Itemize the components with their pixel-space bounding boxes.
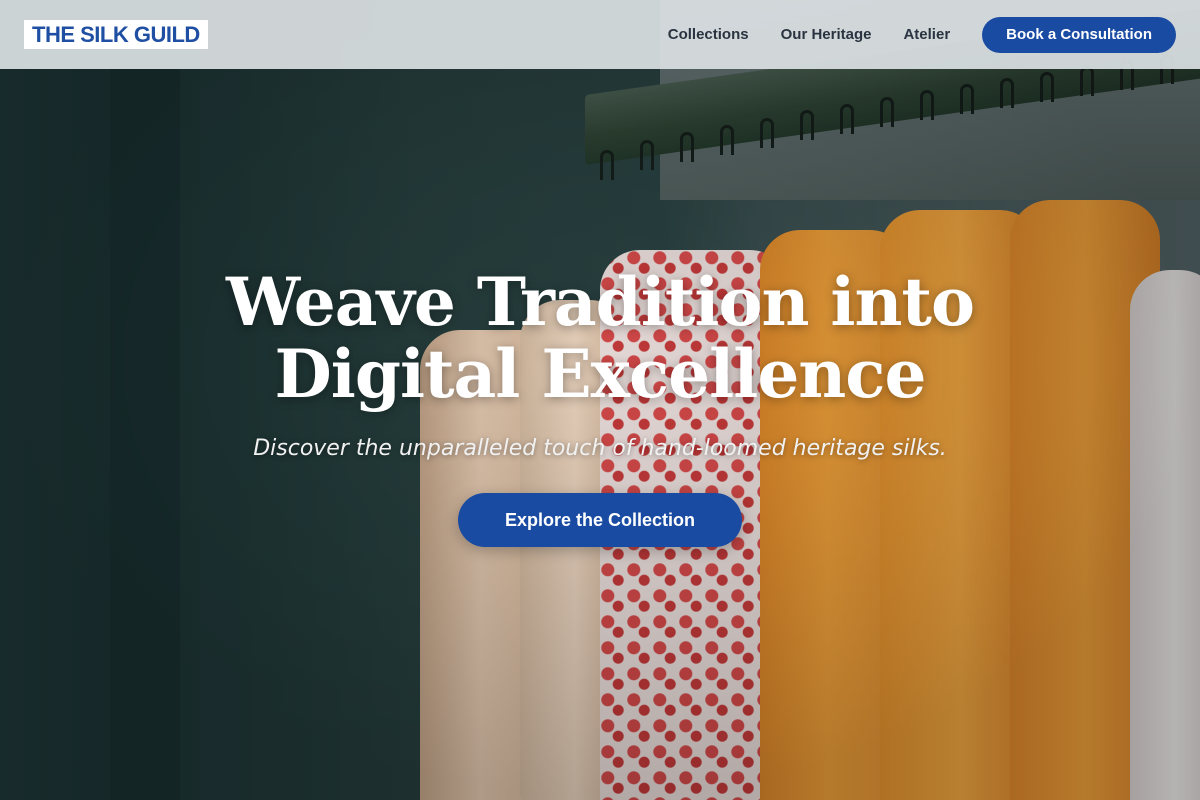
site-logo[interactable]: THE SILK GUILD [24, 20, 208, 49]
site-header: THE SILK GUILD Collections Our Heritage … [0, 0, 1200, 69]
nav-link-collections[interactable]: Collections [668, 26, 749, 43]
hero-subtitle: Discover the unparalleled touch of hand-… [253, 436, 947, 461]
hero-title-line-2: Digital Excellence [274, 335, 927, 413]
main-nav: Collections Our Heritage Atelier Book a … [668, 16, 1176, 53]
hero-title: Weave Tradition into Digital Excellence [0, 266, 1200, 410]
nav-link-atelier[interactable]: Atelier [903, 26, 950, 43]
nav-link-our-heritage[interactable]: Our Heritage [781, 26, 872, 43]
hero-title-line-1: Weave Tradition into [226, 263, 975, 341]
book-consultation-button[interactable]: Book a Consultation [982, 16, 1176, 53]
explore-collection-button[interactable]: Explore the Collection [458, 493, 742, 547]
